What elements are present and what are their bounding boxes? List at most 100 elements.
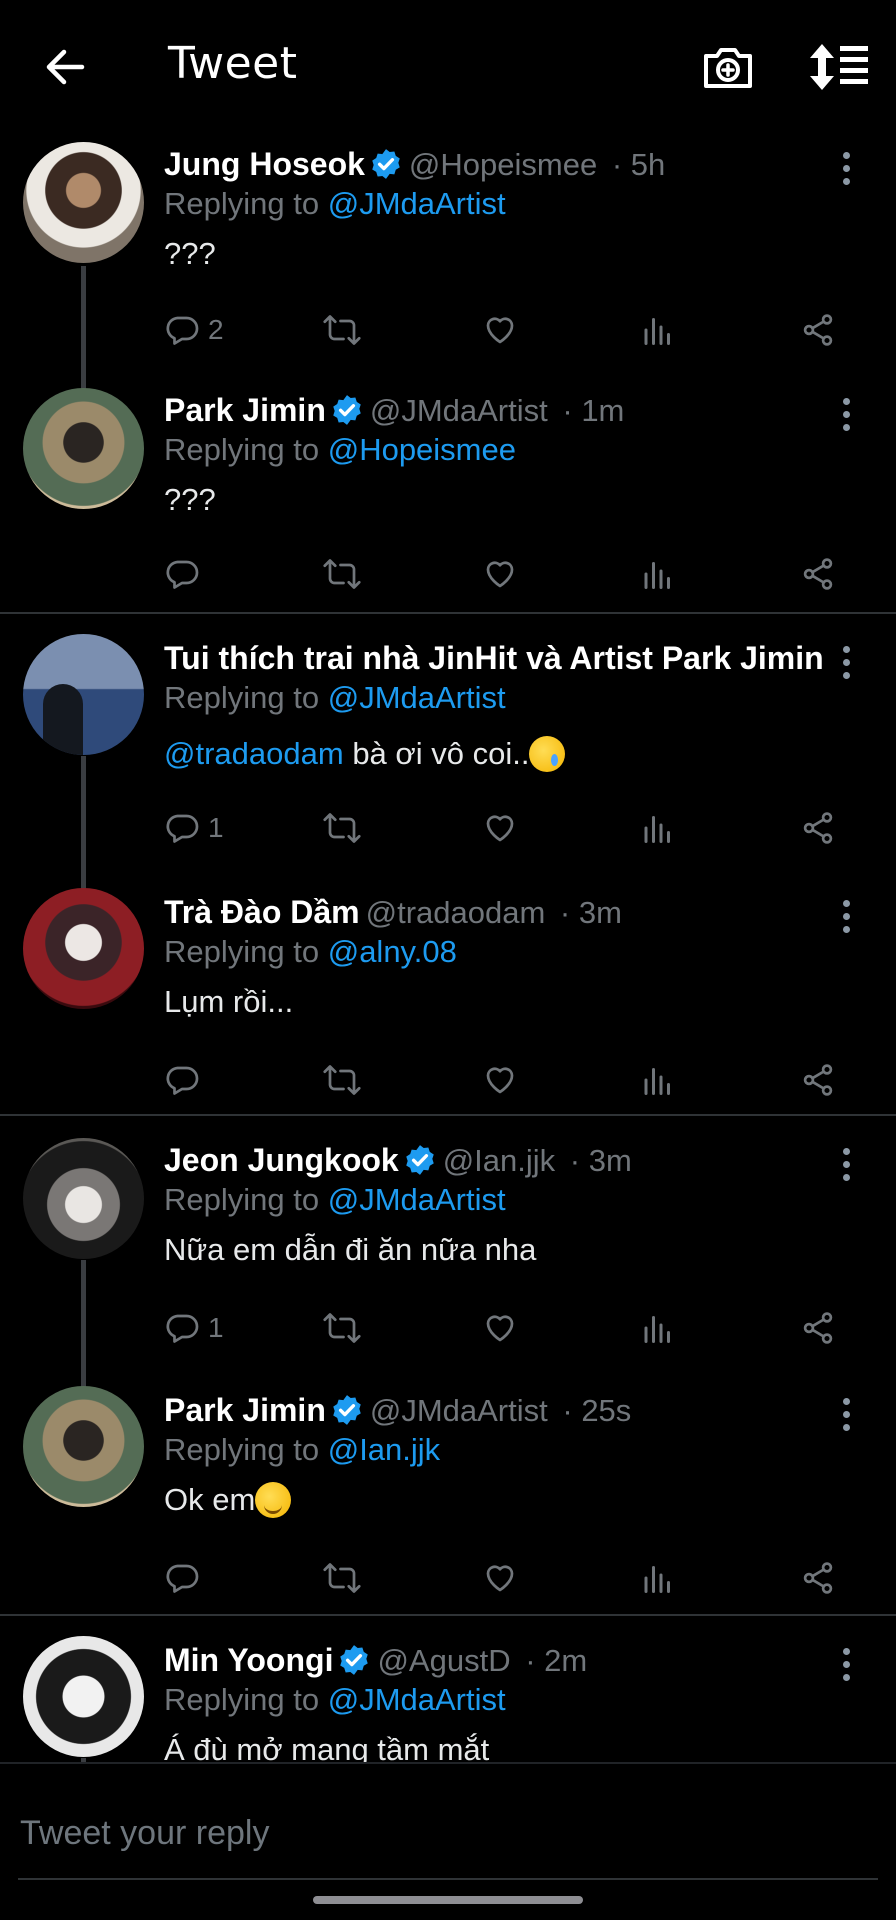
more-options-button[interactable] — [836, 900, 856, 944]
replying-label: Replying to — [164, 186, 320, 221]
user-handle[interactable]: @JMdaArtist — [370, 1393, 548, 1428]
verified-badge-icon — [340, 1645, 369, 1675]
reply-button[interactable]: 1 — [164, 806, 224, 850]
sort-replies-button[interactable] — [808, 40, 872, 94]
home-indicator[interactable] — [313, 1896, 583, 1904]
reply-button[interactable]: 2 — [164, 308, 224, 352]
like-button[interactable] — [482, 1058, 518, 1102]
share-button[interactable] — [800, 1556, 836, 1600]
display-name[interactable]: Jeon Jungkook — [164, 1142, 399, 1178]
replying-mention[interactable]: @Ian.jjk — [328, 1432, 440, 1467]
views-button[interactable] — [640, 806, 676, 850]
reply-button[interactable]: 1 — [164, 1306, 224, 1350]
retweet-button[interactable] — [322, 1556, 362, 1600]
like-button[interactable] — [482, 308, 518, 352]
camera-button[interactable] — [700, 38, 756, 94]
retweet-button[interactable] — [322, 1058, 362, 1102]
replying-mention[interactable]: @alny.08 — [328, 934, 457, 969]
share-button[interactable] — [800, 1306, 836, 1350]
replying-mention[interactable]: @JMdaArtist — [328, 1182, 506, 1217]
user-handle[interactable]: @AgustD — [377, 1643, 510, 1678]
user-handle[interactable]: @Ian.jjk — [443, 1143, 555, 1178]
reply-icon — [166, 316, 199, 345]
retweet-button[interactable] — [322, 552, 362, 596]
retweet-button[interactable] — [322, 806, 362, 850]
more-options-button[interactable] — [836, 398, 856, 442]
share-button[interactable] — [800, 308, 836, 352]
display-name[interactable]: Park Jimin — [164, 1392, 326, 1428]
tweet-item[interactable]: Trà Đào Dầm @tradaodam · 3m Replying to @… — [0, 886, 896, 1136]
back-button[interactable] — [38, 40, 92, 94]
share-icon — [803, 1064, 833, 1096]
more-options-button[interactable] — [836, 1648, 856, 1692]
views-button[interactable] — [640, 1306, 676, 1350]
views-button[interactable] — [640, 308, 676, 352]
like-button[interactable] — [482, 1306, 518, 1350]
tweet-item[interactable]: Jeon Jungkook @Ian.jjk · 3m Replying to @… — [0, 1134, 896, 1390]
tweet-content: Park Jimin @JMdaArtist · 1m Replying to @… — [164, 392, 856, 517]
tweet-actions — [164, 1058, 864, 1102]
views-button[interactable] — [640, 1058, 676, 1102]
display-name[interactable]: Park Jimin — [164, 392, 326, 428]
thread-divider — [0, 1614, 896, 1616]
reply-button[interactable] — [164, 552, 208, 596]
views-button[interactable] — [640, 1556, 676, 1600]
replies-feed[interactable]: Jung Hoseok @Hopeismee · 5h Replying to @… — [0, 136, 896, 1762]
share-button[interactable] — [800, 1058, 836, 1102]
tweet-actions: 2 — [164, 308, 864, 352]
reply-underline — [18, 1878, 878, 1880]
like-button[interactable] — [482, 806, 518, 850]
avatar[interactable] — [23, 388, 144, 509]
user-handle[interactable]: @tradaodam — [366, 895, 546, 930]
views-button[interactable] — [640, 552, 676, 596]
replying-to: Replying to @Hopeismee — [164, 432, 516, 468]
replying-mention[interactable]: @JMdaArtist — [328, 186, 506, 221]
replying-label: Replying to — [164, 934, 320, 969]
more-options-button[interactable] — [836, 1148, 856, 1192]
tweet-item[interactable]: Park Jimin @JMdaArtist · 1m Replying to @… — [0, 382, 896, 632]
display-name[interactable]: Trà Đào Dầm — [164, 894, 360, 930]
reply-button[interactable] — [164, 1058, 208, 1102]
display-name[interactable]: Min Yoongi — [164, 1642, 333, 1678]
replying-mention[interactable]: @JMdaArtist — [328, 680, 506, 715]
more-options-button[interactable] — [836, 152, 856, 196]
display-name[interactable]: Jung Hoseok — [164, 146, 365, 182]
replying-to: Replying to @alny.08 — [164, 934, 457, 970]
user-handle[interactable]: @JMdaArtist — [370, 393, 548, 428]
share-button[interactable] — [800, 806, 836, 850]
avatar[interactable] — [23, 1636, 144, 1757]
tweet-item[interactable]: Jung Hoseok @Hopeismee · 5h Replying to @… — [0, 136, 896, 396]
tweet-text: Lụm rồi... — [164, 984, 294, 1019]
tweet-mention[interactable]: @tradaodam — [164, 736, 344, 771]
smiling-face-icon — [255, 1482, 292, 1518]
display-name[interactable]: Tui thích trai nhà JinHit và Artist Park… — [164, 640, 824, 676]
tweet-item[interactable]: Park Jimin @JMdaArtist · 25s Replying to … — [0, 1384, 896, 1634]
share-button[interactable] — [800, 552, 836, 596]
avatar[interactable] — [23, 1138, 144, 1259]
replying-mention[interactable]: @JMdaArtist — [328, 1682, 506, 1717]
retweet-button[interactable] — [322, 308, 362, 352]
tweet-time: 5h — [630, 147, 666, 182]
retweet-button[interactable] — [322, 1306, 362, 1350]
avatar[interactable] — [23, 888, 144, 1009]
avatar[interactable] — [23, 1386, 144, 1507]
retweet-icon — [323, 315, 361, 345]
replying-mention[interactable]: @Hopeismee — [328, 432, 516, 467]
tweet-item[interactable]: Tui thích trai nhà JinHit và Artist Park… — [0, 632, 896, 890]
tweet-content: Trà Đào Dầm @tradaodam · 3m Replying to @… — [164, 894, 856, 1019]
like-button[interactable] — [482, 552, 518, 596]
avatar[interactable] — [23, 142, 144, 263]
user-handle[interactable]: @Hopeismee — [409, 147, 597, 182]
more-options-button[interactable] — [836, 646, 856, 690]
more-options-button[interactable] — [836, 1398, 856, 1442]
replying-to: Replying to @JMdaArtist — [164, 680, 506, 716]
tweet-item[interactable]: Min Yoongi @AgustD · 2m Replying to @JMda… — [0, 1634, 896, 1762]
reply-input[interactable] — [18, 1804, 882, 1862]
reply-button[interactable] — [164, 1556, 208, 1600]
tweet-text: ??? — [164, 236, 216, 271]
retweet-icon — [323, 1313, 361, 1343]
tweet-header: Park Jimin @JMdaArtist · 1m — [164, 392, 625, 428]
tweet-actions: 1 — [164, 806, 864, 850]
avatar[interactable] — [23, 634, 144, 755]
like-button[interactable] — [482, 1556, 518, 1600]
